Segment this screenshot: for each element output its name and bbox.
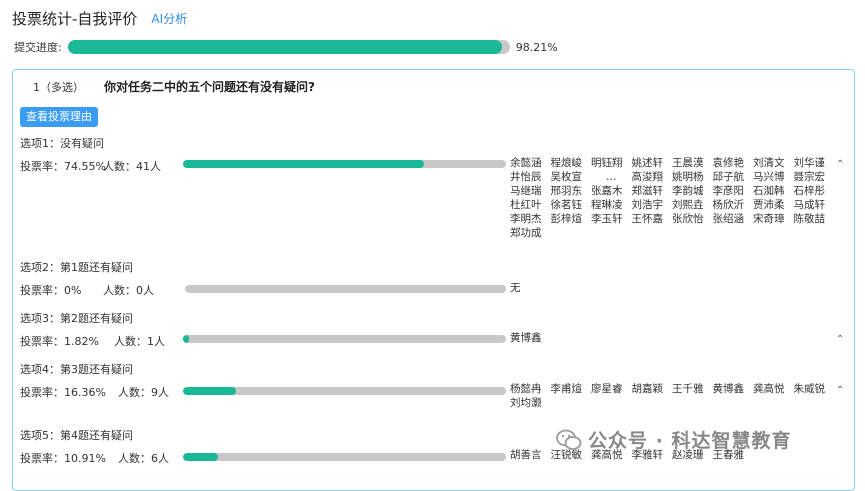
option-vote-bar bbox=[183, 453, 506, 461]
option-vote-fill bbox=[183, 453, 219, 461]
watermark: 公众号 · 科达智慧教育 bbox=[556, 426, 791, 453]
option-vote-fill bbox=[183, 387, 236, 395]
voter-name: 刘清文 bbox=[753, 157, 785, 169]
voter-name: 贾沛柔 bbox=[753, 199, 785, 211]
option-count: 人数：41人 bbox=[103, 160, 161, 173]
voter-name: 李甫煊 bbox=[550, 383, 583, 395]
voter-name: 李明杰 bbox=[510, 213, 542, 225]
chevron-up-icon[interactable]: ⌃ bbox=[836, 385, 844, 396]
option-title: 选项4：第3题还有疑问 bbox=[20, 363, 133, 376]
chevron-up-icon[interactable]: ⌃ bbox=[836, 334, 844, 345]
voter-name: 杨欣沂 bbox=[712, 199, 745, 211]
voter-name: 石梓彤 bbox=[793, 185, 826, 197]
option-title: 选项5：第4题还有疑问 bbox=[20, 429, 133, 442]
voter-name: 彭梓煊 bbox=[550, 213, 583, 225]
voter-name: 李玉轩 bbox=[591, 213, 623, 225]
option-rate: 投票率：74.55% bbox=[20, 160, 106, 173]
header: 投票统计-自我评价 AI分析 bbox=[12, 8, 187, 29]
voter-name: 姚述轩 bbox=[631, 157, 664, 169]
option-vote-fill bbox=[183, 335, 189, 343]
view-reason-button[interactable]: 查看投票理由 bbox=[20, 107, 98, 127]
voter-list: 黄博鑫 bbox=[510, 331, 834, 345]
voter-name: 陈敬喆 bbox=[793, 213, 826, 225]
voter-name: 朱威锐 bbox=[793, 383, 826, 395]
voter-name: 郑功成 bbox=[510, 227, 542, 239]
voter-name: 张绍涵 bbox=[712, 213, 745, 225]
voter-name: 黄博鑫 bbox=[712, 383, 745, 395]
option-rate: 投票率：10.91% bbox=[20, 452, 106, 465]
page-title: 投票统计-自我评价 bbox=[12, 10, 138, 28]
voter-name: 刘均灏 bbox=[510, 397, 542, 409]
option-rate: 投票率：1.82% bbox=[20, 335, 99, 348]
voter-name: 聂宗宏 bbox=[793, 171, 826, 183]
voter-name: 余懿涵 bbox=[510, 157, 542, 169]
voter-name: … bbox=[606, 171, 617, 183]
voter-name: 龚高悦 bbox=[753, 383, 785, 395]
voter-name: 张嘉木 bbox=[591, 185, 623, 197]
voter-name: 程烺峻 bbox=[550, 157, 583, 169]
voter-name: 马兴博 bbox=[753, 171, 785, 183]
voter-name: 邢羽东 bbox=[550, 185, 583, 197]
voter-name: 黄博鑫 bbox=[510, 332, 542, 344]
option-title: 选项3：第2题还有疑问 bbox=[20, 312, 133, 325]
option-vote-bar bbox=[183, 160, 506, 168]
option-vote-bar bbox=[183, 335, 506, 343]
voter-name: 宋奇璋 bbox=[753, 213, 785, 225]
question-text: 你对任务二中的五个问题还有没有疑问? bbox=[104, 80, 315, 94]
voter-name: 明钰翔 bbox=[591, 157, 623, 169]
question-number: 1（多选） bbox=[33, 80, 84, 94]
voter-name: 井怡辰 bbox=[510, 171, 542, 183]
voter-name: 刘华谨 bbox=[793, 157, 826, 169]
voter-name: 邱子航 bbox=[712, 171, 745, 183]
ai-analysis-link[interactable]: AI分析 bbox=[151, 10, 187, 27]
option-vote-bar bbox=[183, 387, 506, 395]
voter-name: 马继瑞 bbox=[510, 185, 542, 197]
option-rate: 投票率：0% bbox=[20, 284, 82, 297]
voter-name: 高浚翔 bbox=[631, 171, 664, 183]
option-count: 人数：6人 bbox=[118, 452, 169, 465]
voter-name: 刘熙垚 bbox=[672, 199, 704, 211]
voter-name: 李彦阳 bbox=[712, 185, 745, 197]
chevron-up-icon[interactable]: ⌃ bbox=[836, 159, 844, 170]
option-vote-bar bbox=[185, 285, 506, 293]
submit-progress-percent: 98.21% bbox=[515, 40, 558, 54]
voter-name: 王晨漠 bbox=[672, 157, 704, 169]
voter-name: 李韵城 bbox=[672, 185, 704, 197]
voter-name: 杜红叶 bbox=[510, 199, 542, 211]
voter-name: 姚明杨 bbox=[672, 171, 704, 183]
submit-progress-label: 提交进度: bbox=[14, 41, 62, 54]
voter-name: 徐茗钰 bbox=[550, 199, 583, 211]
option-title: 选项2：第1题还有疑问 bbox=[20, 261, 133, 274]
voter-name: 吴枚宣 bbox=[550, 171, 583, 183]
voter-name: 胡善言 bbox=[510, 449, 542, 461]
option-count: 人数：9人 bbox=[118, 386, 169, 399]
voter-name: 刘浩宇 bbox=[631, 199, 664, 211]
option-title: 选项1：没有疑问 bbox=[20, 137, 104, 150]
wechat-icon bbox=[556, 429, 582, 450]
option-rate: 投票率：16.36% bbox=[20, 386, 106, 399]
voter-name: 袁修艳 bbox=[712, 157, 745, 169]
voter-name: 王怀嘉 bbox=[631, 213, 664, 225]
submit-progress: 提交进度: 98.21% bbox=[14, 39, 558, 55]
voter-name: 程琳凌 bbox=[591, 199, 623, 211]
voter-name: 胡嘉颖 bbox=[631, 383, 664, 395]
question-header: 1（多选） 你对任务二中的五个问题还有没有疑问? bbox=[33, 78, 315, 95]
submit-progress-fill bbox=[67, 40, 502, 54]
option-count: 人数：0人 bbox=[103, 284, 154, 297]
submit-progress-bar bbox=[67, 40, 510, 54]
voter-name: 王千雅 bbox=[672, 383, 704, 395]
voter-name: 石洳韩 bbox=[753, 185, 785, 197]
option-count: 人数：1人 bbox=[114, 335, 165, 348]
voter-name: 无 bbox=[510, 282, 521, 294]
voter-name: 张欣怡 bbox=[672, 213, 704, 225]
option-vote-fill bbox=[183, 160, 424, 168]
voter-name: 马成轩 bbox=[793, 199, 826, 211]
voter-name: 廖星睿 bbox=[591, 383, 623, 395]
voter-name: 杨懿冉 bbox=[510, 383, 542, 395]
voter-list: 杨懿冉 李甫煊 廖星睿 胡嘉颖 王千雅 黄博鑫 龚高悦 朱威锐刘均灏 bbox=[510, 382, 834, 410]
voter-list: 无 bbox=[510, 281, 834, 295]
voter-list: 余懿涵 程烺峻 明钰翔 姚述轩 王晨漠 袁修艳 刘清文 刘华谨井怡辰 吴枚宣 … 高浚翔 姚明杨 邱子航… bbox=[510, 156, 834, 240]
voter-name: 郑滋轩 bbox=[631, 185, 664, 197]
watermark-text: 公众号 · 科达智慧教育 bbox=[588, 430, 792, 452]
